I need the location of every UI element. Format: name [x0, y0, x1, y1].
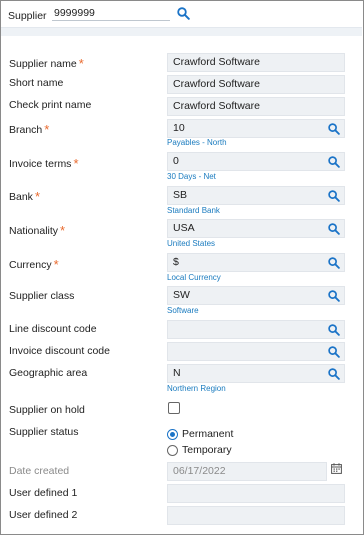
user-defined-2-label: User defined 2: [9, 509, 78, 521]
supplier-on-hold-checkbox[interactable]: [168, 402, 180, 414]
required-marker: *: [34, 189, 40, 204]
required-marker: *: [44, 122, 50, 137]
supplier-class-hint: Software: [167, 306, 199, 315]
supplier-name-label: Supplier name *: [9, 56, 84, 71]
currency-field[interactable]: $: [167, 253, 345, 272]
status-temporary-radio[interactable]: [167, 445, 178, 456]
line-discount-code-field[interactable]: [167, 320, 345, 339]
geographic-area-hint: Northern Region: [167, 384, 226, 393]
invoice-terms-field[interactable]: 0: [167, 152, 345, 171]
branch-field[interactable]: 10: [167, 119, 345, 138]
supplier-class-value: SW: [173, 289, 190, 301]
supplier-status-label: Supplier status: [9, 426, 79, 438]
status-permanent-radio[interactable]: [167, 429, 178, 440]
invoice-terms-label: Invoice terms *: [9, 156, 79, 171]
invoice-discount-code-field[interactable]: [167, 342, 345, 361]
bank-field[interactable]: SB: [167, 186, 345, 205]
supplier-name-field[interactable]: Crawford Software: [167, 53, 345, 72]
currency-label: Currency *: [9, 257, 59, 272]
bank-value: SB: [173, 189, 188, 201]
status-temporary-label[interactable]: Temporary: [182, 444, 232, 456]
supplier-label: Supplier: [8, 10, 47, 22]
nationality-field[interactable]: USA: [167, 219, 345, 238]
nationality-hint: United States: [167, 239, 216, 248]
search-icon[interactable]: [328, 290, 340, 308]
bank-hint: Standard Bank: [167, 206, 220, 215]
invoice-terms-hint: 30 Days - Net: [167, 172, 216, 181]
search-icon[interactable]: [328, 324, 340, 342]
branch-value: 10: [173, 122, 185, 134]
supplier-id-input[interactable]: 9999999: [52, 5, 170, 21]
required-marker: *: [73, 156, 79, 171]
supplier-class-field[interactable]: SW: [167, 286, 345, 305]
search-icon[interactable]: [328, 346, 340, 364]
bank-label: Bank *: [9, 189, 40, 204]
geographic-area-label: Geographic area: [9, 367, 88, 379]
geographic-area-field[interactable]: N: [167, 364, 345, 383]
search-icon[interactable]: [328, 123, 340, 141]
nationality-value: USA: [173, 222, 195, 234]
date-created-field: 06/17/2022: [167, 462, 327, 481]
check-print-name-field[interactable]: Crawford Software: [167, 97, 345, 116]
user-defined-2-field[interactable]: [167, 506, 345, 525]
header-divider: [1, 28, 362, 36]
currency-value: $: [173, 256, 179, 268]
supplier-lookup-bar: Supplier 9999999: [1, 1, 362, 28]
supplier-class-label: Supplier class: [9, 290, 75, 302]
search-icon[interactable]: [177, 7, 190, 23]
nationality-label: Nationality *: [9, 223, 66, 238]
check-print-name-label: Check print name: [9, 99, 92, 111]
required-marker: *: [78, 56, 84, 71]
search-icon[interactable]: [328, 368, 340, 386]
invoice-discount-code-label: Invoice discount code: [9, 345, 110, 357]
short-name-field[interactable]: Crawford Software: [167, 75, 345, 94]
search-icon[interactable]: [328, 156, 340, 174]
search-icon[interactable]: [328, 190, 340, 208]
branch-hint: Payables - North: [167, 138, 227, 147]
geographic-area-value: N: [173, 367, 181, 379]
user-defined-1-label: User defined 1: [9, 487, 78, 499]
search-icon[interactable]: [328, 257, 340, 275]
user-defined-1-field[interactable]: [167, 484, 345, 503]
invoice-terms-value: 0: [173, 155, 179, 167]
supplier-on-hold-label: Supplier on hold: [9, 404, 85, 416]
search-icon[interactable]: [328, 223, 340, 241]
short-name-label: Short name: [9, 77, 64, 89]
currency-hint: Local Currency: [167, 273, 221, 282]
required-marker: *: [53, 257, 59, 272]
date-created-label: Date created: [9, 465, 70, 477]
status-permanent-label[interactable]: Permanent: [182, 428, 233, 440]
calendar-icon[interactable]: [331, 463, 342, 477]
branch-label: Branch *: [9, 122, 50, 137]
required-marker: *: [60, 223, 66, 238]
line-discount-code-label: Line discount code: [9, 323, 97, 335]
